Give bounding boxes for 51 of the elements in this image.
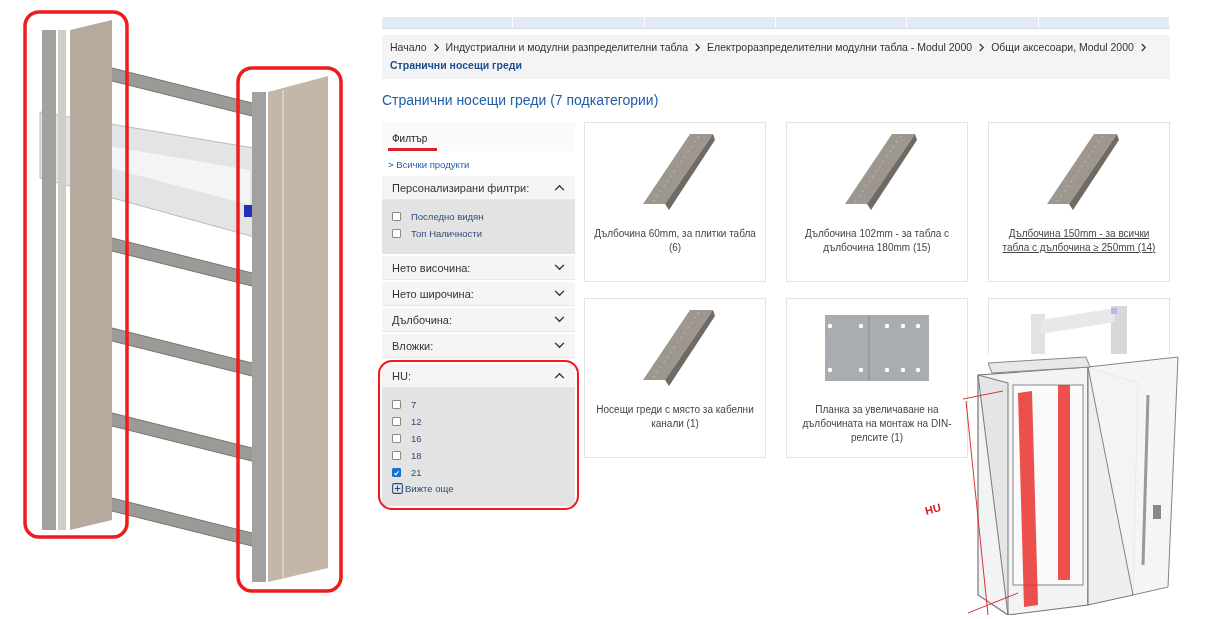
filter-group-header[interactable]: Вложки: — [382, 334, 575, 359]
checkbox[interactable] — [392, 434, 401, 444]
chevron-down-icon — [554, 290, 565, 298]
breadcrumb-link[interactable]: Електроразпределителни модулни табла - Modul 2000 — [707, 41, 973, 54]
filter-group-header[interactable]: Нето височина: — [382, 256, 575, 281]
filter-option-label[interactable]: 12 — [411, 416, 422, 428]
chevron-up-icon — [554, 372, 565, 380]
filter-group-header[interactable]: Нето широчина: — [382, 282, 575, 307]
all-products-link[interactable]: > Всички продукти — [382, 151, 575, 175]
filter-tab[interactable]: Филтър — [388, 133, 438, 152]
plus-box-icon — [392, 483, 403, 495]
chevron-down-icon — [554, 342, 565, 350]
chevron-right-icon — [978, 42, 986, 52]
filter-group-header[interactable]: Дълбочина: — [382, 308, 575, 333]
filter-option-label[interactable]: 7 — [411, 399, 417, 411]
breadcrumb-link[interactable]: Индустриални и модулни разпределителни табла — [445, 41, 689, 54]
category-card[interactable]: Дълбочина 102mm - за табла с дълбочина 180mm (15) — [786, 122, 968, 283]
breadcrumb-link[interactable]: Начало — [390, 41, 427, 54]
chevron-right-icon — [1139, 42, 1147, 52]
filter-option-label[interactable]: 21 — [411, 467, 422, 479]
breadcrumb-link[interactable]: Странични носещи греди — [390, 59, 522, 72]
category-card[interactable]: Планка за увеличаване на дълбочината на монтаж на DIN-релсите (1) — [786, 298, 968, 459]
filter-option-label[interactable]: 18 — [411, 450, 422, 462]
category-caption[interactable]: Дълбочина 150mm - за всички табла с дълбочина ≥ 250mm (14) — [989, 227, 1169, 256]
checkbox[interactable] — [392, 229, 401, 239]
category-card[interactable]: Дълбочина 150mm - за всички табла с дълбочина ≥ 250mm (14) — [988, 122, 1170, 283]
category-caption[interactable]: Носещи греди с място за кабелни канали (1) — [585, 403, 765, 432]
filter-option-label[interactable]: Топ Наличности — [411, 228, 482, 240]
page-heading: Странични носещи греди (7 подкатегории) — [382, 92, 660, 109]
category-card[interactable]: Носещи греди с място за кабелни канали (1) — [584, 298, 766, 459]
checkbox[interactable] — [392, 468, 401, 478]
category-caption[interactable]: Дълбочина 102mm - за табла с дълбочина 180mm (15) — [787, 227, 967, 256]
checkbox[interactable] — [392, 417, 401, 427]
checkbox[interactable] — [392, 451, 401, 461]
category-caption[interactable]: Планка за увеличаване на дълбочината на монтаж на DIN-релсите (1) — [787, 403, 967, 446]
filter-group-header[interactable]: Персонализирани филтри: — [382, 176, 575, 201]
filter-option-label[interactable]: Последно видян — [411, 211, 484, 223]
breadcrumb-link[interactable]: Общи аксесоари, Modul 2000 — [991, 41, 1134, 54]
category-caption[interactable]: Дълбочина 60mm, за плитки табла (6) — [585, 227, 765, 256]
category-card[interactable]: Дълбочина 60mm, за плитки табла (6) — [584, 122, 766, 283]
dimension-label: HU — [923, 501, 943, 517]
checkbox[interactable] — [392, 212, 401, 222]
chevron-up-icon — [554, 184, 565, 192]
filter-group-header[interactable]: HU: — [382, 364, 575, 389]
show-more-link[interactable]: Вижте още — [392, 483, 565, 495]
chevron-right-icon — [432, 42, 440, 52]
chevron-down-icon — [554, 264, 565, 272]
chevron-down-icon — [554, 316, 565, 324]
checkbox[interactable] — [392, 400, 401, 410]
filter-option-label[interactable]: 16 — [411, 433, 422, 445]
chevron-right-icon — [694, 42, 702, 52]
